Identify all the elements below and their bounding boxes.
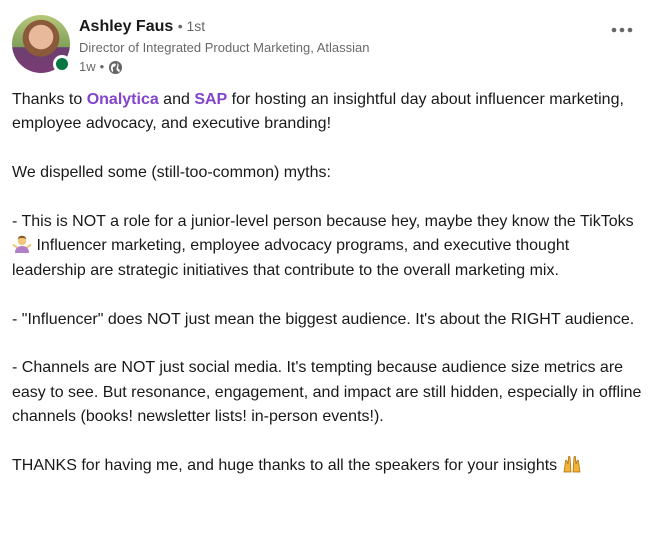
post-body: Thanks to Onalytica and SAP for hosting … bbox=[12, 88, 642, 478]
post-paragraph-6: THANKS for having me, and huge thanks to… bbox=[12, 454, 642, 478]
person-shrugging-icon bbox=[12, 234, 32, 254]
paragraph-text: THANKS for having me, and huge thanks to… bbox=[12, 457, 562, 475]
post-paragraph-2: We dispelled some (still-too-common) myt… bbox=[12, 164, 331, 182]
author-avatar[interactable] bbox=[12, 15, 71, 73]
mention-sap[interactable]: SAP bbox=[194, 91, 227, 108]
author-name[interactable]: Ashley Faus bbox=[79, 18, 173, 35]
post-timestamp[interactable]: 1w bbox=[79, 58, 96, 76]
paragraph-text: Influencer marketing, employee advocacy … bbox=[12, 237, 570, 279]
post-header: Ashley Faus • 1st Director of Integrated… bbox=[12, 12, 642, 80]
connection-degree-label: 1st bbox=[186, 18, 206, 34]
author-name-line: Ashley Faus • 1st bbox=[79, 16, 205, 37]
globe-icon bbox=[108, 60, 123, 75]
paragraph-text: and bbox=[158, 91, 195, 108]
more-options-button[interactable] bbox=[606, 18, 638, 42]
raising-hands-icon bbox=[562, 454, 582, 474]
post-paragraph-4: - "Influencer" does NOT just mean the bi… bbox=[12, 310, 635, 328]
author-headline: Director of Integrated Product Marketing… bbox=[79, 40, 370, 55]
post-paragraph-1: Thanks to Onalytica and SAP for hosting … bbox=[12, 88, 642, 137]
post-paragraph-3: - This is NOT a role for a junior-level … bbox=[12, 210, 642, 283]
feed-post: Ashley Faus • 1st Director of Integrated… bbox=[0, 0, 654, 538]
ellipsis-horizontal-icon bbox=[611, 27, 633, 33]
post-meta: 1w • bbox=[79, 58, 123, 76]
post-paragraph-5: - Channels are NOT just social media. It… bbox=[12, 359, 642, 426]
meta-separator: • bbox=[99, 59, 105, 74]
paragraph-text: Thanks to bbox=[12, 91, 87, 108]
connection-degree: • 1st bbox=[177, 18, 206, 34]
mention-onalytica[interactable]: Onalytica bbox=[87, 91, 159, 108]
paragraph-text: - This is NOT a role for a junior-level … bbox=[12, 213, 634, 230]
online-status-indicator bbox=[53, 55, 71, 73]
